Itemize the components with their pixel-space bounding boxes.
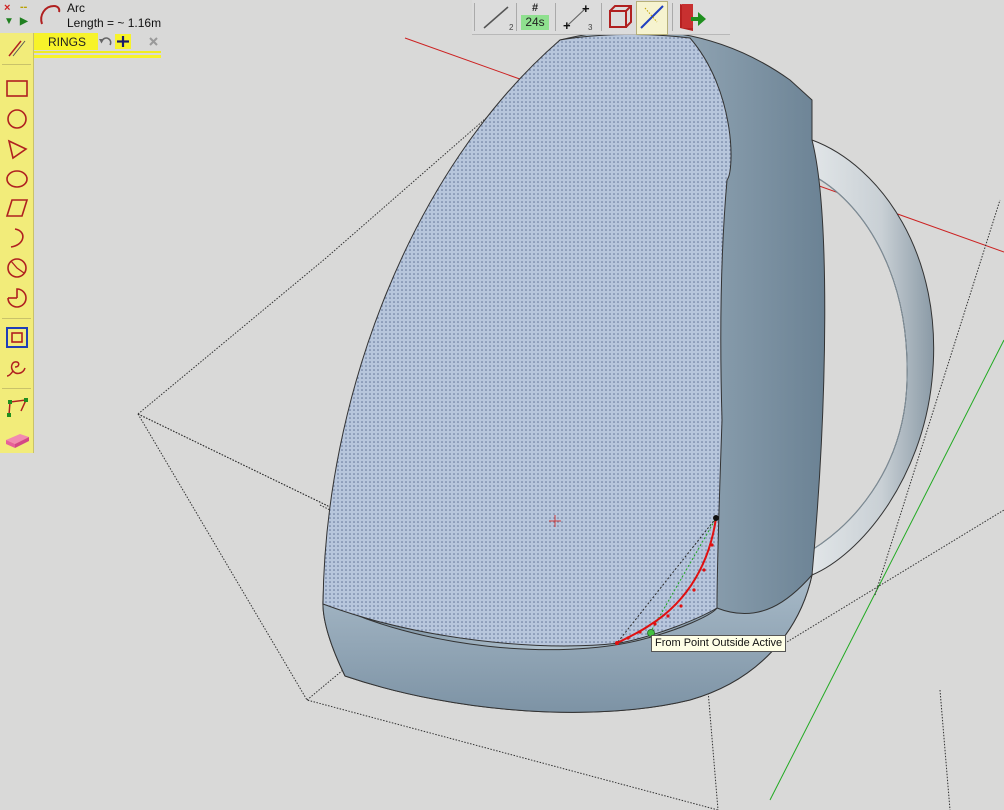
- spiral-icon[interactable]: [3, 354, 31, 380]
- close-icon[interactable]: ×: [4, 3, 10, 14]
- svg-text:3: 3: [588, 23, 593, 32]
- arc-start-point: [713, 515, 719, 521]
- tool-name: Arc: [67, 1, 85, 15]
- toolbar-separator: [555, 3, 556, 31]
- arc-icon[interactable]: [3, 225, 31, 251]
- model-viewport[interactable]: [0, 0, 1004, 810]
- rings-underline: [34, 51, 161, 53]
- arc-icon: [40, 4, 61, 25]
- toolbar-separator: [516, 3, 517, 31]
- line-tool-icon[interactable]: [3, 35, 31, 61]
- points-icon[interactable]: + + 3: [560, 1, 598, 33]
- tool-palette: [0, 33, 34, 453]
- offset-square-icon[interactable]: [3, 325, 31, 351]
- rings-label: RINGS: [48, 35, 87, 49]
- circle-icon[interactable]: [3, 106, 31, 132]
- collapse-icon[interactable]: ▼: [4, 17, 14, 27]
- pie-slice-icon[interactable]: [3, 255, 31, 281]
- top-toolbar: 2 # 24s + + 3: [472, 0, 730, 35]
- rings-bar: RINGS: [34, 33, 162, 59]
- rings-tab[interactable]: RINGS: [34, 33, 98, 50]
- play-icon[interactable]: ▶: [20, 17, 28, 27]
- segment-line-icon[interactable]: 2: [478, 1, 514, 33]
- svg-text:2: 2: [509, 23, 514, 32]
- toolbar-separator: [601, 3, 602, 31]
- eraser-icon[interactable]: [3, 425, 31, 451]
- minimize-icon[interactable]: --: [20, 2, 27, 13]
- close-icon[interactable]: [146, 34, 162, 49]
- triangle-icon[interactable]: [3, 136, 31, 162]
- rectangle-icon[interactable]: [3, 76, 31, 102]
- toolbar-separator: [474, 3, 475, 31]
- arc-end-point: [615, 641, 619, 645]
- palette-separator: [2, 318, 31, 319]
- ellipse-icon[interactable]: [3, 166, 31, 192]
- palette-separator: [2, 64, 31, 65]
- box-icon[interactable]: [605, 1, 635, 33]
- svg-text:+: +: [582, 1, 590, 16]
- parallelogram-icon[interactable]: [3, 195, 31, 221]
- exit-door-icon[interactable]: [676, 1, 708, 33]
- segments-value[interactable]: 24s: [521, 15, 549, 30]
- add-icon[interactable]: [115, 34, 131, 49]
- tool-measurement: Length = ~ 1.16m: [67, 16, 162, 30]
- segments-count-icon[interactable]: # 24s: [520, 2, 550, 32]
- inference-tooltip: From Point Outside Active: [651, 635, 787, 652]
- svg-text:+: +: [563, 18, 571, 33]
- tool-status: × -- ▼ ▶ Arc Length = ~ 1.16m: [0, 0, 240, 34]
- sector-icon[interactable]: [3, 285, 31, 311]
- rings-underline: [34, 55, 161, 58]
- segments-symbol: #: [531, 2, 539, 14]
- palette-separator: [2, 388, 31, 389]
- undo-icon[interactable]: [98, 34, 114, 49]
- polyline-icon[interactable]: [3, 394, 31, 420]
- diagonal-line-icon[interactable]: [636, 1, 668, 35]
- toolbar-separator: [672, 3, 673, 31]
